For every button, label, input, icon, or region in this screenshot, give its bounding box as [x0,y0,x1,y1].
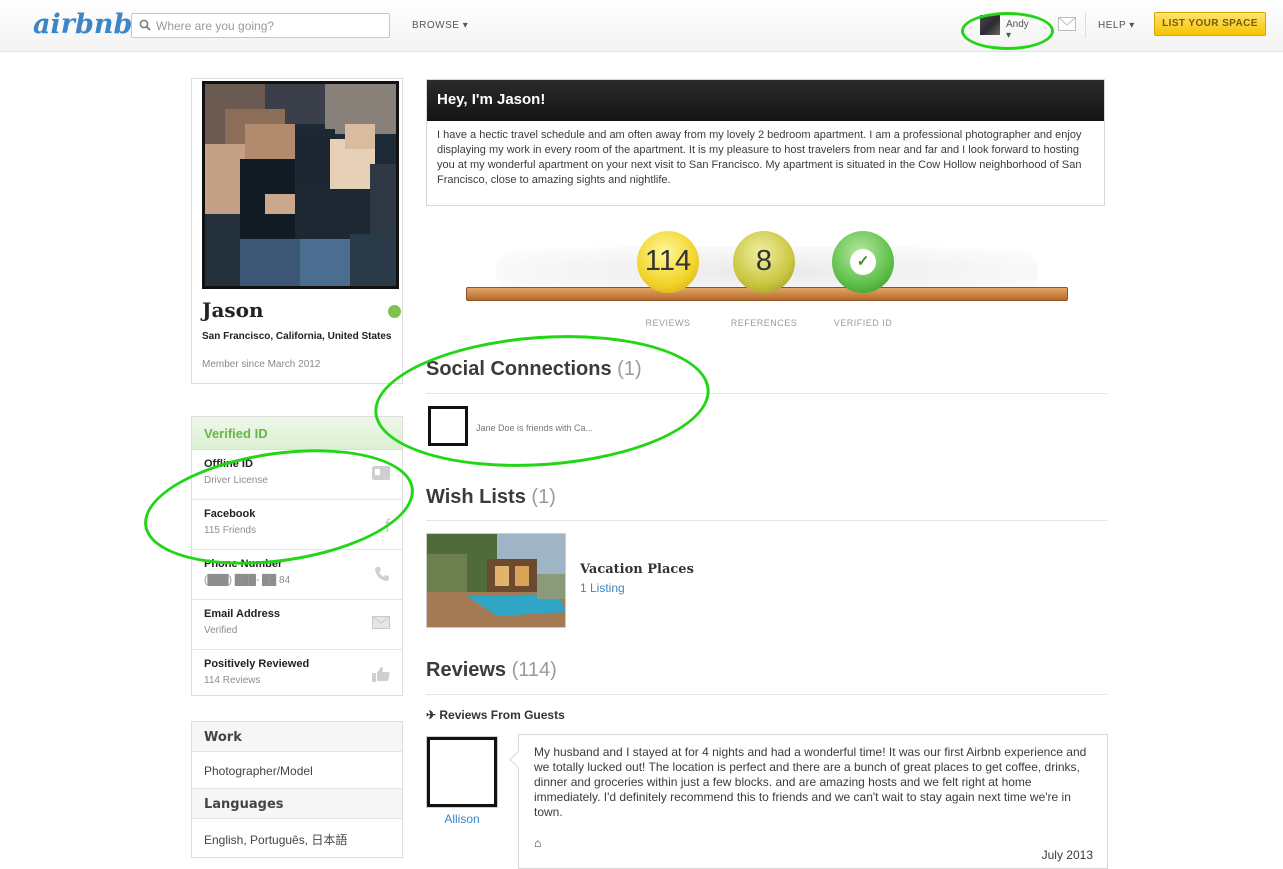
check-icon: ✓ [850,249,876,275]
about-text: I have a hectic travel schedule and am o… [437,129,1082,186]
profile-photo[interactable] [202,81,399,289]
wish-list-name[interactable]: Vacation Places [580,562,694,577]
top-navigation-bar: airbnb BROWSE ▾ Andy ▾ HELP ▾ LIST YOUR … [0,0,1283,52]
wish-lists-heading: Wish Lists (1) [426,486,556,509]
references-label: REFERENCES [730,318,798,328]
list-your-space-button[interactable]: LIST YOUR SPACE [1154,12,1266,36]
reviewer-avatar[interactable] [427,737,497,807]
reviews-label: REVIEWS [645,318,691,328]
help-menu[interactable]: HELP ▾ [1098,20,1135,31]
search-input[interactable] [156,17,384,35]
section-count: (114) [511,659,557,681]
annotation-circle-social-connections [369,324,715,478]
home-icon: ⌂ [534,836,542,850]
profile-name: Jason [202,298,264,322]
section-divider [426,520,1107,521]
verified-item-reviewed: Positively Reviewed 114 Reviews [192,650,402,700]
envelope-icon[interactable] [1058,17,1076,34]
reviews-subheading-text: Reviews From Guests [439,708,565,722]
reviews-from-guests-heading: ✈ Reviews From Guests [426,708,565,722]
review-card: My husband and I stayed at for 4 nights … [518,734,1108,869]
nav-divider [1085,12,1086,38]
section-divider [426,694,1107,695]
about-title: Hey, I'm Jason! [427,80,1104,121]
thumbs-up-icon [372,666,390,687]
reviews-badge[interactable]: 114 [637,231,699,293]
verified-item-email: Email Address Verified [192,600,402,650]
envelope-icon [372,616,390,634]
airbnb-logo[interactable]: airbnb [33,9,132,40]
reviewer-name[interactable]: Allison [427,812,497,826]
search-icon [139,19,151,34]
airplane-icon: ✈ [426,708,440,722]
references-badge[interactable]: 8 [733,231,795,293]
wish-list-thumbnail[interactable] [426,533,566,628]
member-since: Member since March 2012 [202,359,321,370]
work-heading: Work [192,722,402,752]
review-date: July 2013 [1041,848,1093,862]
review-text: My husband and I stayed at for 4 nights … [534,745,1087,819]
search-box[interactable] [131,13,390,38]
section-title-text: Wish Lists [426,486,526,508]
badge-shelf: 114 8 ✓ REVIEWS REFERENCES VERIFIED ID [466,225,1068,335]
reviews-heading: Reviews (114) [426,659,557,682]
verified-check-icon [388,305,401,318]
work-value: Photographer/Model [192,752,402,789]
verified-id-label: VERIFIED ID [833,318,893,328]
profile-location: San Francisco, California, United States [202,331,392,342]
about-panel: Hey, I'm Jason! I have a hectic travel s… [426,79,1105,206]
annotation-circle-user-menu [961,12,1054,50]
languages-heading: Languages [192,789,402,819]
section-count: (1) [531,486,556,508]
work-languages-panel: Work Photographer/Model Languages Englis… [191,721,403,858]
phone-icon [374,566,390,587]
profile-card: Jason San Francisco, California, United … [191,78,403,384]
wish-list-count-link[interactable]: 1 Listing [580,581,625,595]
verified-id-title: Verified ID [192,417,402,450]
browse-menu[interactable]: BROWSE ▾ [412,20,468,31]
verified-id-badge[interactable]: ✓ [832,231,894,293]
section-title-text: Reviews [426,659,507,681]
verified-item-subtitle: (███) ███- ██ 84 [204,575,291,586]
languages-value: English, Português, 日本語 [204,833,348,847]
